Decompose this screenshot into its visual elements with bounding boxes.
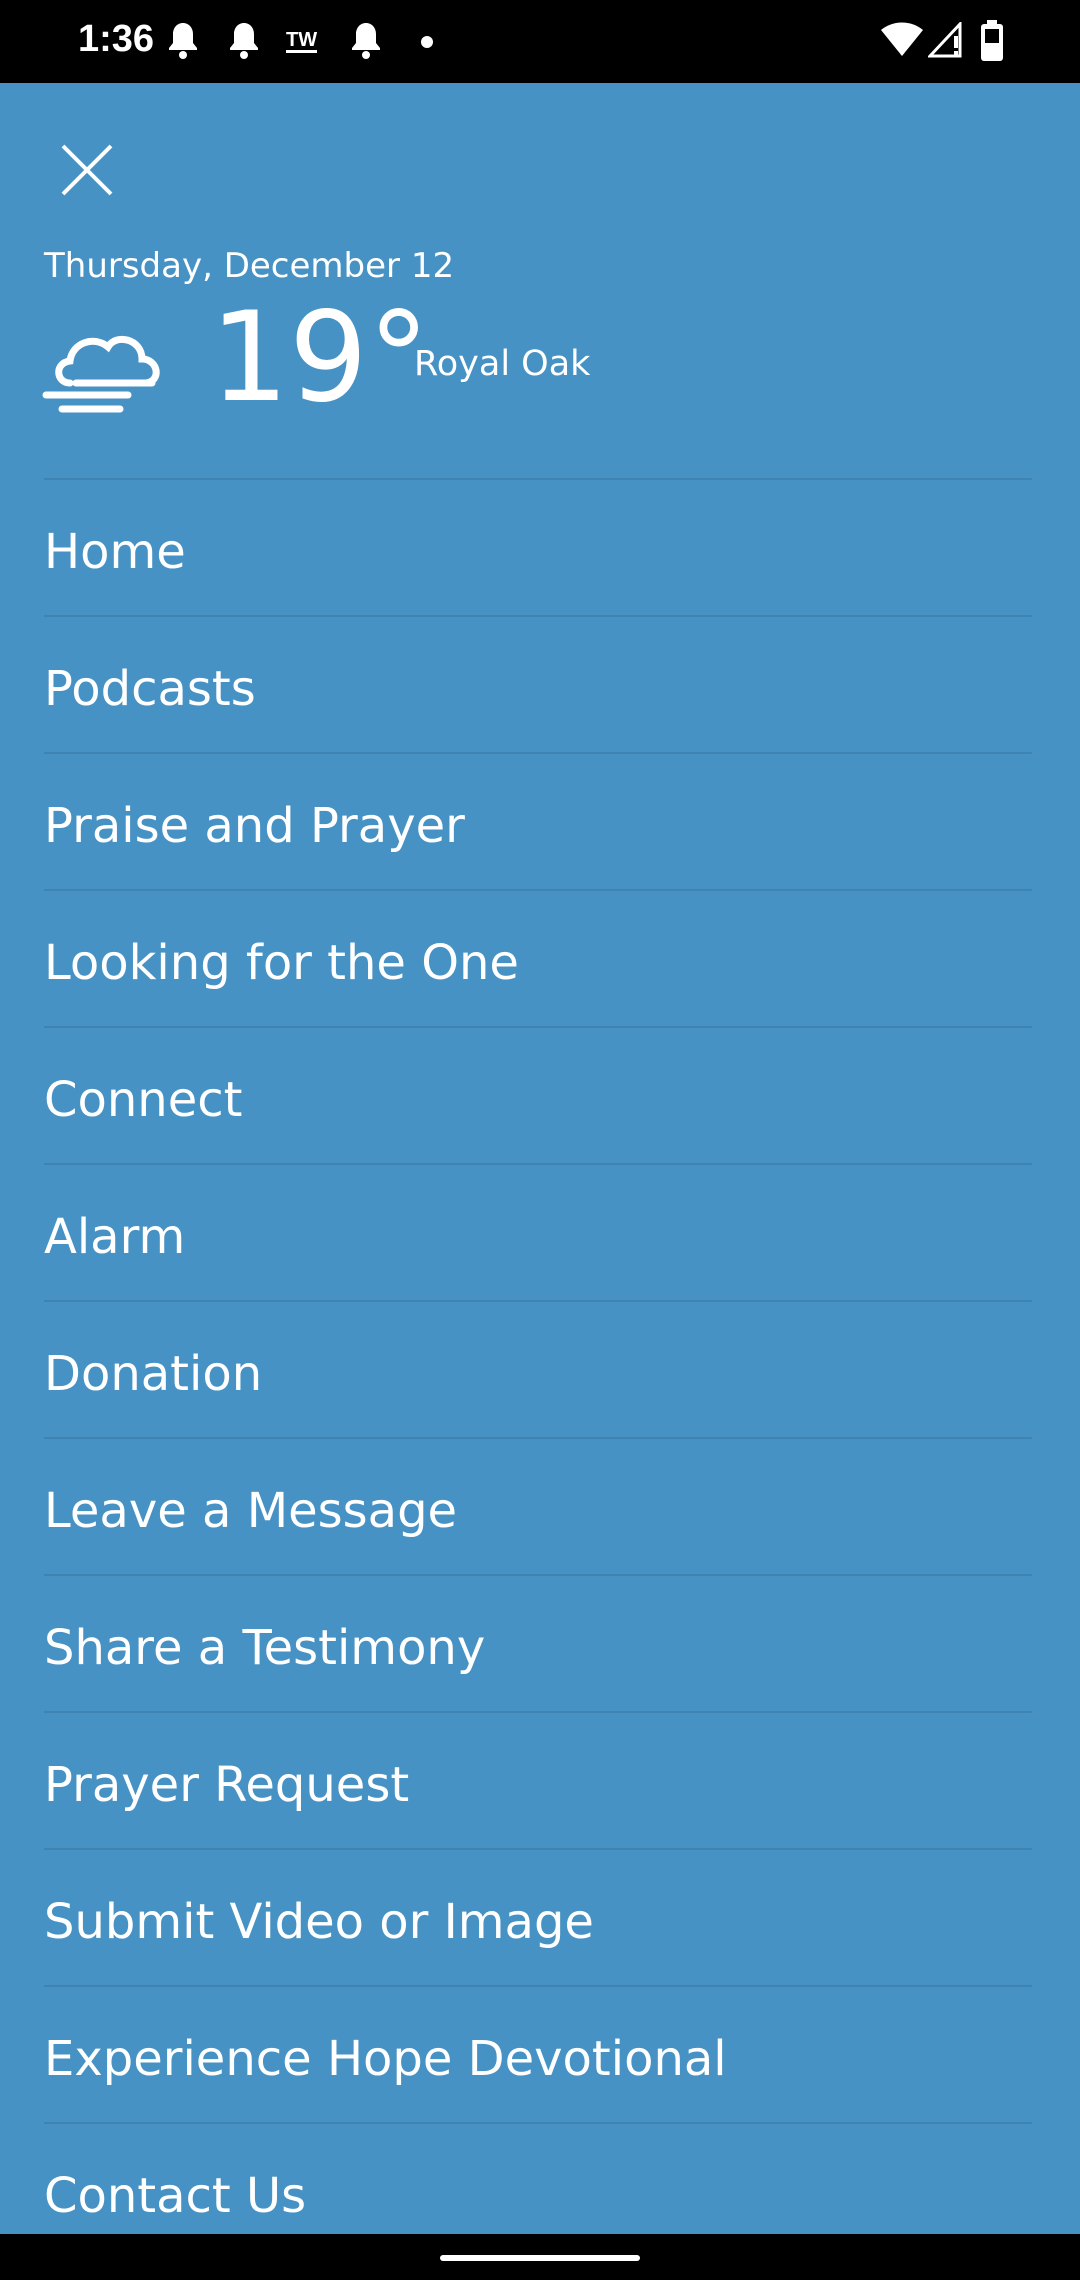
menu-list: Home Podcasts Praise and Prayer Looking … — [44, 478, 1032, 2259]
temperature: 19° — [210, 286, 430, 430]
menu-item-submit-video-or-image[interactable]: Submit Video or Image — [44, 1848, 1032, 1985]
dot-icon — [420, 35, 434, 49]
menu-item-label: Contact Us — [44, 2168, 307, 2224]
bell-icon — [166, 20, 200, 60]
menu-item-prayer-request[interactable]: Prayer Request — [44, 1711, 1032, 1848]
battery-icon — [980, 20, 1004, 62]
close-icon — [61, 144, 113, 196]
menu-item-share-a-testimony[interactable]: Share a Testimony — [44, 1574, 1032, 1711]
home-gesture-handle[interactable] — [440, 2255, 640, 2261]
cloud-wind-icon — [42, 323, 168, 424]
menu-item-podcasts[interactable]: Podcasts — [44, 615, 1032, 752]
system-navigation-bar — [0, 2234, 1080, 2280]
bell-icon — [349, 20, 383, 60]
menu-item-label: Leave a Message — [44, 1483, 458, 1539]
menu-item-home[interactable]: Home — [44, 478, 1032, 615]
menu-item-experience-hope-devotional[interactable]: Experience Hope Devotional — [44, 1985, 1032, 2122]
menu-item-label: Connect — [44, 1072, 243, 1128]
menu-item-looking-for-the-one[interactable]: Looking for the One — [44, 889, 1032, 1026]
menu-item-label: Prayer Request — [44, 1757, 410, 1813]
menu-item-leave-a-message[interactable]: Leave a Message — [44, 1437, 1032, 1574]
menu-item-label: Share a Testimony — [44, 1620, 486, 1676]
weather-date: Thursday, December 12 — [44, 246, 455, 286]
location-label: Royal Oak — [414, 344, 591, 384]
menu-item-label: Looking for the One — [44, 935, 519, 991]
menu-item-label: Podcasts — [44, 661, 256, 717]
tw-icon: TW — [286, 29, 318, 53]
menu-item-label: Submit Video or Image — [44, 1894, 594, 1950]
menu-item-connect[interactable]: Connect — [44, 1026, 1032, 1163]
bell-icon — [227, 20, 261, 60]
wifi-icon — [880, 22, 924, 58]
close-button[interactable] — [46, 129, 128, 211]
menu-item-label: Donation — [44, 1346, 263, 1402]
menu-item-donation[interactable]: Donation — [44, 1300, 1032, 1437]
signal-icon — [928, 22, 962, 58]
menu-item-label: Home — [44, 524, 186, 580]
menu-item-label: Praise and Prayer — [44, 798, 465, 854]
menu-item-label: Alarm — [44, 1209, 186, 1265]
status-time: 1:36 — [78, 18, 155, 60]
status-bar: 1:36 TW — [0, 0, 1080, 83]
menu-item-praise-and-prayer[interactable]: Praise and Prayer — [44, 752, 1032, 889]
menu-item-label: Experience Hope Devotional — [44, 2031, 727, 2087]
menu-item-alarm[interactable]: Alarm — [44, 1163, 1032, 1300]
